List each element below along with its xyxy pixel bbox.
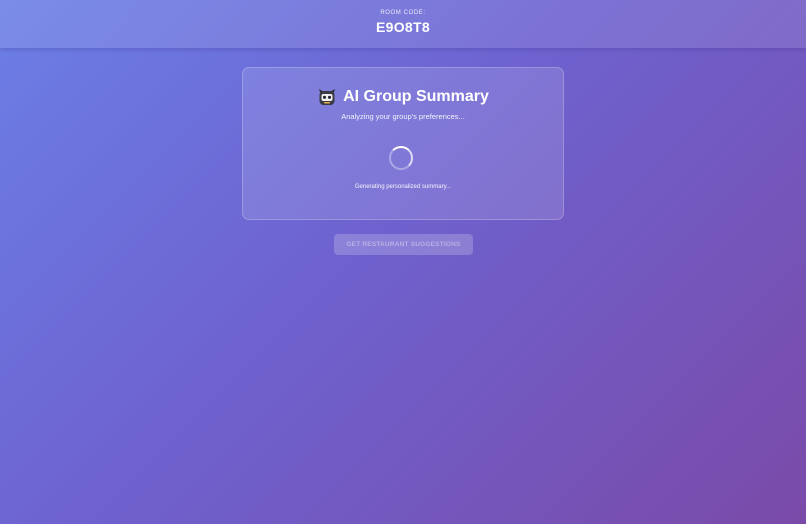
loading-spinner bbox=[389, 146, 413, 170]
card-title: AI Group Summary bbox=[343, 88, 489, 105]
get-restaurant-suggestions-button[interactable]: GET RESTAURANT SUGGESTIONS bbox=[334, 234, 473, 255]
room-code: E9O8T8 bbox=[376, 19, 430, 35]
room-header: ROOM CODE: E9O8T8 bbox=[0, 0, 806, 48]
room-code-label: ROOM CODE: bbox=[380, 10, 426, 16]
card-subtitle: Analyzing your group's preferences... bbox=[341, 112, 465, 121]
ai-summary-card: AI Group Summary Analyzing your group's … bbox=[242, 67, 564, 220]
robot-icon bbox=[317, 87, 337, 107]
card-title-row: AI Group Summary bbox=[243, 87, 563, 107]
loading-text: Generating personalized summary... bbox=[354, 184, 452, 190]
